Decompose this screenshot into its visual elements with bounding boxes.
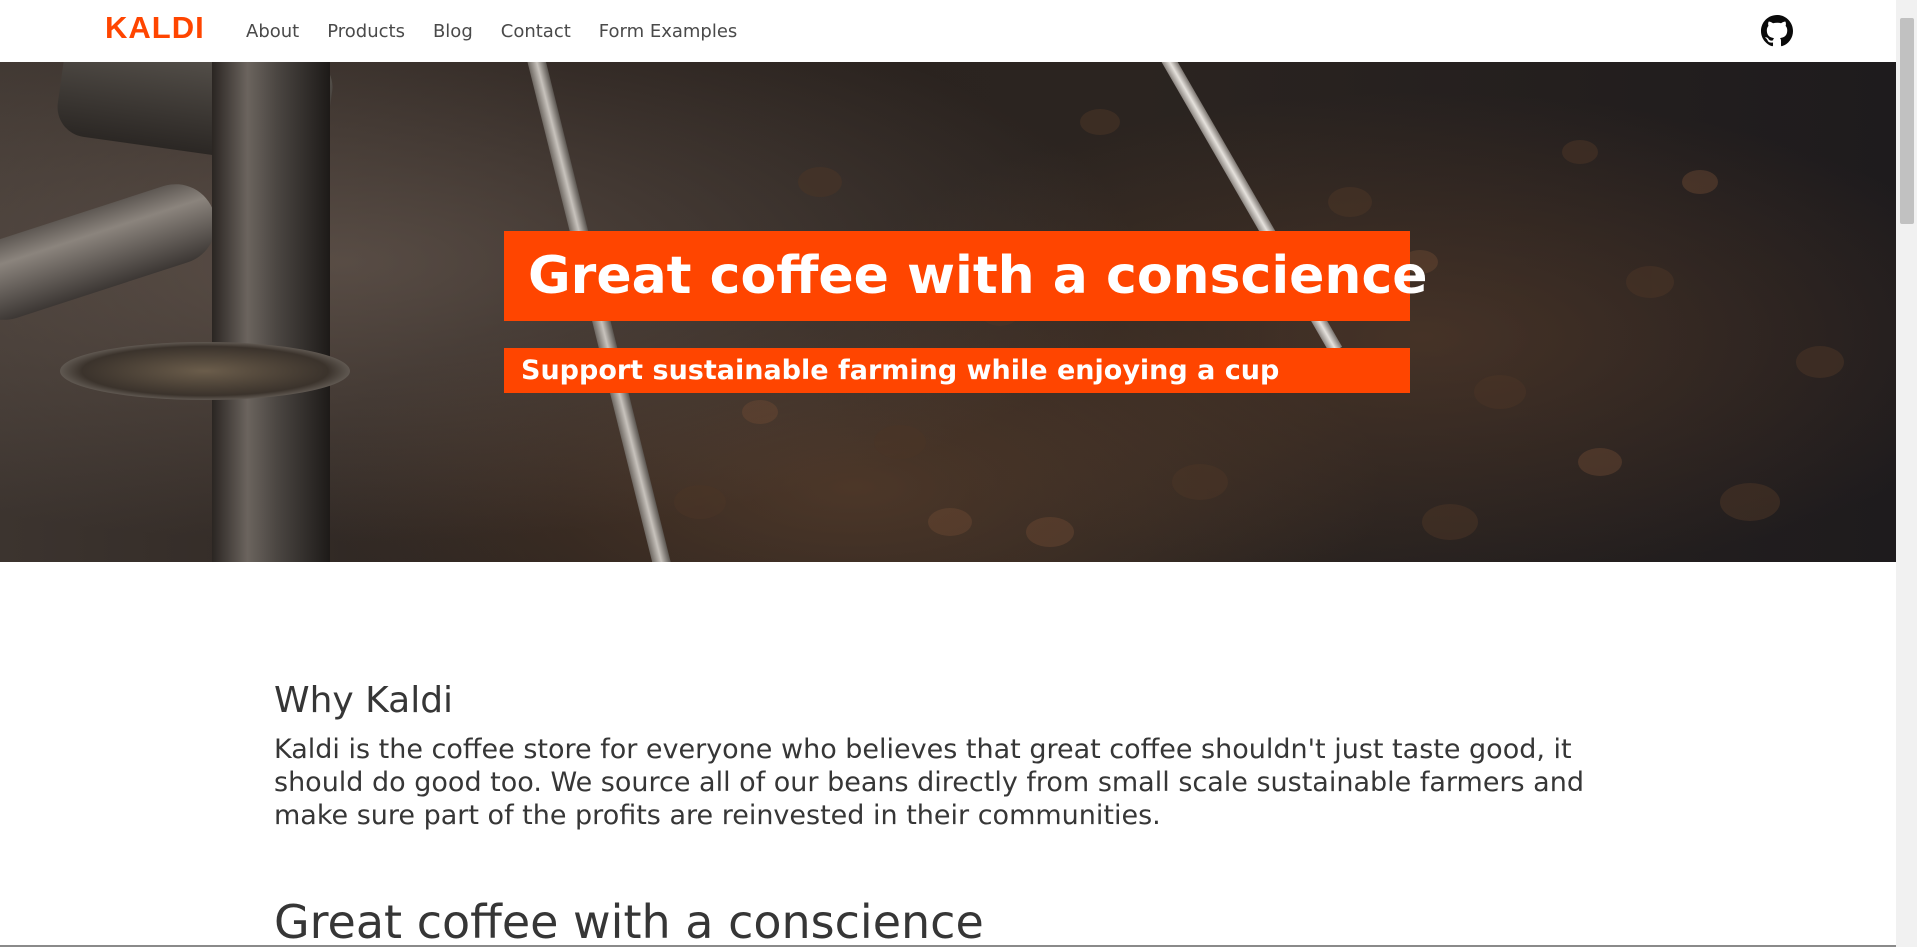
- main-content: Why Kaldi Kaldi is the coffee store for …: [274, 680, 1624, 832]
- nav-link-form-examples[interactable]: Form Examples: [599, 21, 738, 42]
- hero-title: Great coffee with a conscience: [528, 246, 1428, 306]
- why-kaldi-text: Kaldi is the coffee store for everyone w…: [274, 734, 1584, 831]
- roaster-collar: [60, 342, 350, 400]
- nav-link-blog[interactable]: Blog: [433, 21, 473, 42]
- nav-link-products[interactable]: Products: [327, 21, 405, 42]
- hero-subtitle: Support sustainable farming while enjoyi…: [521, 355, 1280, 386]
- scrollbar-thumb[interactable]: [1900, 18, 1914, 224]
- why-kaldi-heading: Why Kaldi: [274, 680, 454, 721]
- navbar: KALDI About Products Blog Contact Form E…: [0, 0, 1896, 62]
- nav-links: About Products Blog Contact Form Example…: [246, 0, 765, 62]
- hero-banner: Great coffee with a conscience Support s…: [0, 62, 1896, 562]
- logo-link[interactable]: KALDI: [105, 10, 205, 46]
- hero-subtitle-box: Support sustainable farming while enjoyi…: [504, 348, 1410, 393]
- github-icon[interactable]: [1761, 15, 1793, 47]
- github-icon-svg: [1761, 15, 1793, 47]
- conscience-heading: Great coffee with a conscience: [274, 895, 984, 949]
- nav-link-about[interactable]: About: [246, 21, 299, 42]
- roaster-pillar: [212, 62, 330, 562]
- hero-title-box: Great coffee with a conscience: [504, 231, 1428, 321]
- nav-link-contact[interactable]: Contact: [501, 21, 571, 42]
